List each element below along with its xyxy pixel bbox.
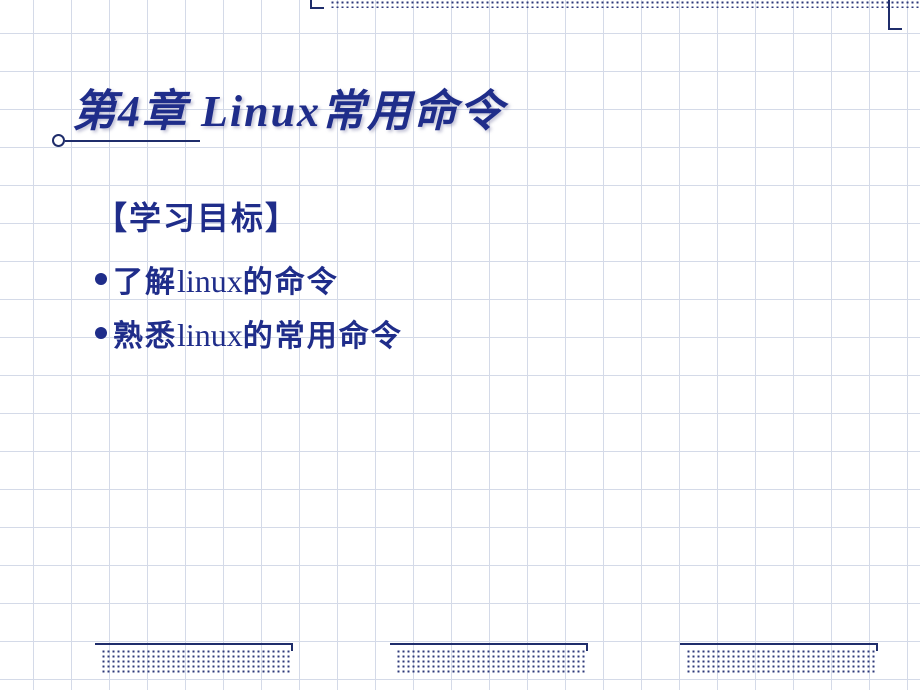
bottom-bar-3 [680, 643, 870, 669]
bullet-prefix: 了解 [113, 266, 177, 299]
bullet-prefix: 熟悉 [113, 320, 177, 353]
bullet-text: 了解linux的命令 [113, 257, 339, 301]
top-corner-marker [310, 0, 324, 9]
bar-dots-fill [101, 649, 291, 675]
bullet-latin: linux [177, 317, 243, 353]
bullet-dot-icon [95, 327, 107, 339]
bar-dots-fill [396, 649, 586, 675]
bottom-bar-1 [95, 643, 285, 669]
bar-dots-fill [686, 649, 876, 675]
content-area: 【学习目标】 了解linux的命令 熟悉linux的常用命令 [95, 193, 403, 365]
bullet-text: 熟悉linux的常用命令 [113, 311, 403, 355]
bullet-dot-icon [95, 273, 107, 285]
right-corner-marker [888, 0, 902, 30]
bottom-decoration-bars [0, 643, 920, 678]
title-underline-line [65, 140, 200, 142]
bullet-latin: linux [177, 263, 243, 299]
bottom-bar-2 [390, 643, 580, 669]
bullet-suffix: 的常用命令 [243, 320, 403, 353]
top-decoration-dots [330, 0, 920, 8]
section-heading: 【学习目标】 [95, 193, 403, 239]
bullet-suffix: 的命令 [243, 266, 339, 299]
bullet-item: 熟悉linux的常用命令 [95, 311, 403, 355]
title-underline-circle-icon [52, 134, 65, 147]
title-area: 第4章 Linux常用命令 [72, 75, 505, 139]
bullet-item: 了解linux的命令 [95, 257, 403, 301]
slide-title: 第4章 Linux常用命令 [72, 75, 505, 139]
